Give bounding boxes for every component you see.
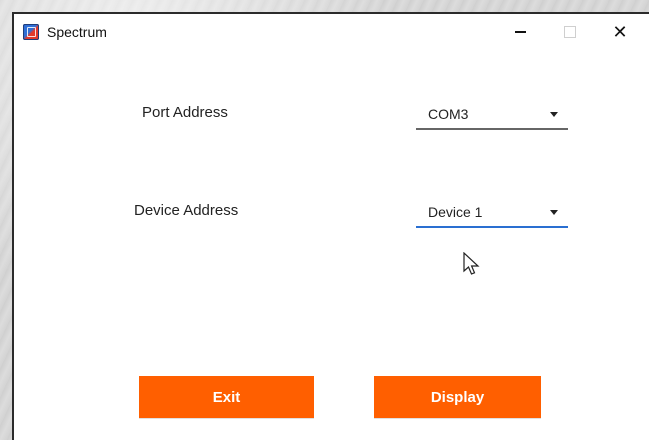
maximize-icon (564, 26, 576, 38)
device-address-label: Device Address (134, 202, 239, 219)
port-address-label: Port Address (142, 104, 228, 121)
exit-button[interactable]: Exit (139, 376, 314, 418)
spectrum-window: Spectrum ✕ Port Address COM3 Device Addr… (12, 12, 649, 440)
spectrum-app-icon (23, 24, 39, 40)
mouse-cursor-icon (463, 252, 480, 275)
window-title: Spectrum (47, 24, 107, 40)
port-address-dropdown[interactable]: COM3 (416, 100, 568, 130)
device-address-value: Device 1 (428, 204, 483, 220)
chevron-down-icon (550, 210, 558, 215)
device-address-dropdown[interactable]: Device 1 (416, 198, 568, 228)
maximize-button[interactable] (547, 14, 593, 50)
minimize-icon (514, 31, 526, 33)
port-address-value: COM3 (428, 106, 469, 122)
display-button[interactable]: Display (374, 376, 541, 418)
close-icon: ✕ (612, 21, 628, 42)
close-button[interactable]: ✕ (597, 14, 643, 50)
titlebar: Spectrum ✕ (14, 14, 649, 50)
chevron-down-icon (550, 112, 558, 117)
minimize-button[interactable] (497, 14, 543, 50)
